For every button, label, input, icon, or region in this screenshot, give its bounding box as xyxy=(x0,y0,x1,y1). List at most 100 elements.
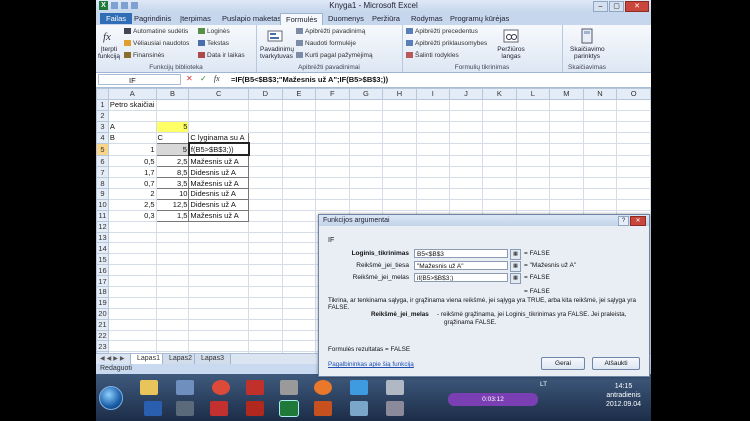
cell[interactable] xyxy=(155,275,190,288)
cell[interactable] xyxy=(582,154,618,168)
tab-data[interactable]: Duomenys xyxy=(328,13,364,24)
dialog-help-button[interactable]: ? xyxy=(618,216,629,226)
cell[interactable]: B xyxy=(107,131,157,144)
clock[interactable]: 14:15 antradienis 2012.09.04 xyxy=(606,382,641,409)
cell[interactable] xyxy=(348,131,384,144)
cell[interactable] xyxy=(582,177,618,190)
cell[interactable] xyxy=(582,188,618,200)
cell[interactable]: Didesnis už A xyxy=(188,188,250,200)
cell[interactable] xyxy=(616,142,651,156)
cell[interactable] xyxy=(448,188,484,200)
cancel-button[interactable]: Atšaukti xyxy=(592,357,640,370)
tab-developer[interactable]: Programų kūrėjas xyxy=(450,13,509,24)
financial-button[interactable]: Finansinės xyxy=(124,52,164,59)
column-header[interactable]: F xyxy=(315,88,350,100)
acrobat-icon[interactable] xyxy=(210,401,228,416)
cell[interactable] xyxy=(281,120,317,133)
recent-button[interactable]: Vėliausiai naudotos xyxy=(124,40,189,47)
tab-review[interactable]: Peržiūra xyxy=(372,13,400,24)
cell[interactable] xyxy=(281,198,317,211)
cell[interactable] xyxy=(248,220,283,233)
cell[interactable] xyxy=(248,340,283,353)
row-header[interactable]: 3 xyxy=(96,120,109,133)
cell[interactable] xyxy=(155,340,190,353)
cell[interactable] xyxy=(248,296,283,309)
cell[interactable] xyxy=(415,198,450,211)
column-header[interactable]: E xyxy=(281,88,317,100)
cell[interactable] xyxy=(188,253,250,266)
row-header[interactable]: 14 xyxy=(96,242,109,255)
folder-icon[interactable] xyxy=(140,380,158,395)
row-header[interactable]: 18 xyxy=(96,286,109,298)
cell[interactable] xyxy=(155,242,190,255)
cell[interactable] xyxy=(382,188,417,200)
column-header[interactable]: J xyxy=(448,88,484,100)
cell[interactable] xyxy=(107,220,157,233)
cell[interactable] xyxy=(281,275,317,288)
use-in-formula-button[interactable]: Naudoti formulėje xyxy=(296,40,356,47)
cell[interactable] xyxy=(315,177,350,190)
cell[interactable] xyxy=(582,98,618,111)
cell[interactable]: f(B5>$B$3;)) xyxy=(187,142,250,157)
cell[interactable] xyxy=(188,286,250,298)
cell[interactable] xyxy=(315,198,350,211)
row-header[interactable]: 7 xyxy=(96,166,109,179)
cell[interactable] xyxy=(107,264,157,277)
cell[interactable] xyxy=(188,340,250,353)
cell[interactable] xyxy=(107,340,157,353)
collapse-dialog-icon[interactable]: ▦ xyxy=(510,249,521,260)
cell[interactable] xyxy=(415,188,450,200)
row-header[interactable]: 15 xyxy=(96,253,109,266)
cell[interactable]: Mažesnis už A xyxy=(188,209,250,222)
cell[interactable] xyxy=(582,131,618,144)
tab-page-layout[interactable]: Puslapio maketas xyxy=(222,13,281,24)
trace-precedents-button[interactable]: Apibrėžti precedentus xyxy=(406,28,478,35)
tab-formulas[interactable]: Formulės xyxy=(280,13,324,25)
cell[interactable] xyxy=(549,120,584,133)
cell[interactable] xyxy=(315,166,350,179)
cell[interactable] xyxy=(188,242,250,255)
cell[interactable]: Petro skaičiai xyxy=(107,98,157,111)
tab-home[interactable]: Pagrindinis xyxy=(134,13,171,24)
formula-input[interactable]: =IF(B5<$B$3;"Mažesnis už A";IF(B5>$B$3;)… xyxy=(231,74,648,85)
cell[interactable] xyxy=(155,307,190,320)
cell[interactable] xyxy=(482,188,517,200)
cell[interactable] xyxy=(281,142,317,156)
cell[interactable] xyxy=(348,177,384,190)
cell[interactable] xyxy=(382,177,417,190)
language-indicator[interactable]: LT xyxy=(540,381,547,388)
column-header[interactable]: O xyxy=(616,88,651,100)
cell[interactable] xyxy=(281,264,317,277)
cell[interactable] xyxy=(107,231,157,244)
cell[interactable] xyxy=(248,198,283,211)
cell[interactable] xyxy=(281,109,317,122)
cell[interactable] xyxy=(281,188,317,200)
cell[interactable] xyxy=(281,154,317,168)
cell[interactable] xyxy=(549,154,584,168)
cancel-entry-icon[interactable]: ✕ xyxy=(186,74,193,83)
column-header[interactable]: G xyxy=(348,88,384,100)
cell[interactable] xyxy=(248,253,283,266)
cell[interactable] xyxy=(155,253,190,266)
logical-button[interactable]: Loginės xyxy=(198,28,230,35)
cell[interactable] xyxy=(616,120,651,133)
cell[interactable] xyxy=(415,109,450,122)
cell[interactable] xyxy=(348,198,384,211)
cell[interactable] xyxy=(348,154,384,168)
cell[interactable] xyxy=(155,296,190,309)
cell[interactable] xyxy=(515,98,551,111)
column-header[interactable]: H xyxy=(382,88,417,100)
name-manager-button[interactable]: Pavadinimų tvarkytuvas xyxy=(260,28,294,60)
cell[interactable] xyxy=(616,109,651,122)
cell[interactable]: 0,7 xyxy=(107,177,157,190)
cell[interactable] xyxy=(549,98,584,111)
cell[interactable] xyxy=(582,109,618,122)
confirm-entry-icon[interactable]: ✓ xyxy=(200,74,207,83)
cell[interactable] xyxy=(248,231,283,244)
network-icon[interactable] xyxy=(176,401,194,416)
cell[interactable] xyxy=(515,166,551,179)
column-header[interactable]: C xyxy=(188,88,250,100)
cell[interactable] xyxy=(616,198,651,211)
row-header[interactable]: 13 xyxy=(96,231,109,244)
cell[interactable] xyxy=(348,98,384,111)
